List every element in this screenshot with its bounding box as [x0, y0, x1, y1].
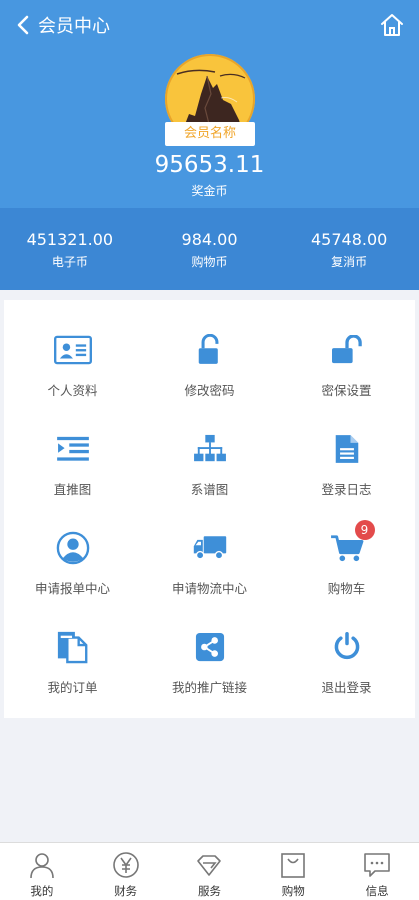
yen-icon: [112, 852, 139, 878]
bonus-balance-label: 奖金币: [191, 184, 228, 198]
diamond-icon: [197, 855, 222, 876]
share-icon: [190, 627, 230, 667]
nav-label: 服务: [197, 884, 221, 898]
chevron-left-icon: [17, 15, 29, 35]
cart-icon: 9: [327, 520, 375, 568]
id-card-icon: [53, 330, 93, 370]
menu-item-change-password[interactable]: 修改密码: [141, 318, 278, 417]
nav-item-messages[interactable]: 信息: [335, 843, 419, 900]
menu-item-cart[interactable]: 9 购物车: [278, 516, 415, 615]
menu-item-label: 申请物流中心: [171, 581, 247, 596]
nav-item-finance[interactable]: 财务: [84, 843, 168, 900]
menu-item-label: 我的推广链接: [171, 680, 247, 695]
menu-item-security-settings[interactable]: 密保设置: [278, 318, 415, 417]
menu-item-my-referral-link[interactable]: 我的推广链接: [141, 615, 278, 714]
top-bar: 会员中心: [0, 0, 419, 50]
menu-item-label: 系谱图: [190, 482, 229, 497]
nav-item-service[interactable]: 服务: [168, 843, 252, 900]
menu-panel: 个人资料 修改密码 密保设置 直推图 系谱图 登录日志 申请报单中心 申请物流中…: [4, 300, 415, 718]
bag-icon: [281, 853, 306, 878]
menu-item-label: 直推图: [53, 482, 92, 497]
back-button[interactable]: 会员中心: [16, 12, 126, 38]
nav-item-mine[interactable]: 我的: [0, 843, 84, 900]
files-icon: [53, 627, 93, 667]
stat-value: 984.00: [181, 230, 238, 249]
stat-label: 电子币: [51, 255, 88, 269]
menu-item-label: 申请报单中心: [34, 581, 110, 596]
menu-item-apply-declaration-center[interactable]: 申请报单中心: [4, 516, 141, 615]
menu-item-label: 个人资料: [47, 383, 98, 398]
menu-item-label: 退出登录: [321, 680, 372, 695]
menu-grid: 个人资料 修改密码 密保设置 直推图 系谱图 登录日志 申请报单中心 申请物流中…: [4, 300, 415, 714]
menu-item-profile[interactable]: 个人资料: [4, 318, 141, 417]
stat-label: 购物币: [191, 255, 228, 269]
stat-value: 45748.00: [311, 230, 388, 249]
nav-label: 我的: [30, 884, 54, 898]
nav-label: 信息: [365, 884, 389, 898]
user-icon: [30, 853, 54, 879]
menu-item-apply-logistics-center[interactable]: 申请物流中心: [141, 516, 278, 615]
menu-item-genealogy[interactable]: 系谱图: [141, 417, 278, 516]
unlock-icon: [190, 330, 230, 370]
power-icon: [327, 627, 367, 667]
menu-item-logout[interactable]: 退出登录: [278, 615, 415, 714]
menu-item-label: 修改密码: [184, 383, 235, 398]
menu-item-label: 我的订单: [47, 680, 98, 695]
menu-item-my-orders[interactable]: 我的订单: [4, 615, 141, 714]
menu-item-label: 密保设置: [321, 383, 372, 398]
cart-count-badge: 9: [354, 520, 375, 540]
balance-stats: 451321.00 电子币 984.00 购物币 45748.00 复消币: [0, 208, 419, 290]
stat-label: 复消币: [331, 255, 368, 269]
sitemap-icon: [190, 429, 230, 469]
stat-electronic[interactable]: 451321.00 电子币: [0, 208, 140, 290]
member-name-tag: 会员名称: [165, 122, 255, 146]
header: 会员中心 会员名称 95653.11 奖金币: [0, 0, 419, 208]
menu-item-login-log[interactable]: 登录日志: [278, 417, 415, 516]
nav-label: 购物: [281, 884, 305, 898]
page-title: 会员中心: [38, 16, 110, 37]
menu-item-direct-chart[interactable]: 直推图: [4, 417, 141, 516]
user-circle-icon: [53, 528, 93, 568]
bonus-balance: 95653.11: [154, 152, 265, 178]
menu-item-label: 购物车: [327, 581, 366, 596]
stat-shopping[interactable]: 984.00 购物币: [140, 208, 280, 290]
member-center-page: 会员中心 会员名称 95653.11 奖金币 451321.00 电子币 984…: [0, 0, 419, 900]
nav-item-shopping[interactable]: 购物: [251, 843, 335, 900]
unlock-alt-icon: [327, 330, 367, 370]
message-icon: [364, 853, 390, 877]
nav-label: 财务: [114, 884, 138, 898]
indent-list-icon: [53, 429, 93, 469]
bottom-nav: 我的 财务 服务 购物 信息: [0, 842, 419, 900]
truck-icon: [190, 528, 230, 568]
menu-item-label: 登录日志: [321, 482, 372, 497]
stat-value: 451321.00: [26, 230, 114, 249]
stat-repurchase[interactable]: 45748.00 复消币: [279, 208, 419, 290]
home-icon[interactable]: [379, 12, 405, 38]
file-text-icon: [327, 429, 367, 469]
